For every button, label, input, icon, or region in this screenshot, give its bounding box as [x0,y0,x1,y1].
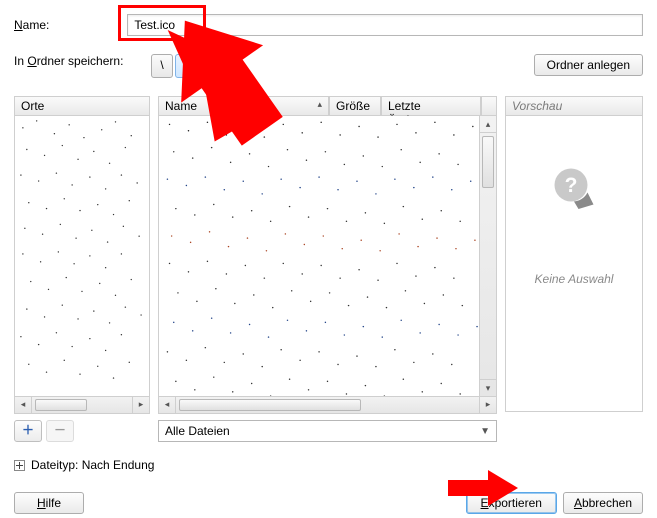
chevron-down-icon: ▼ [480,426,490,437]
path-segment-root[interactable]: \ [151,54,172,78]
column-header-size[interactable]: Größe [329,96,381,116]
scroll-up-icon: ▴ [480,116,496,133]
question-icon: ? [550,164,598,212]
add-place-button[interactable]: ＋ [14,420,42,442]
create-folder-button[interactable]: Ordner anlegen [534,54,643,76]
preview-panel: Vorschau ? Keine Auswahl [505,96,643,442]
files-panel: Name Größe Letzte Änderung [158,96,497,442]
remove-place-button[interactable]: － [46,420,74,442]
path-bar: \ GIGA [151,54,223,78]
column-header-name[interactable]: Name [158,96,329,116]
column-header-spacer [481,96,497,116]
svg-text:?: ? [565,174,578,197]
places-content-placeholder [15,116,149,392]
help-button[interactable]: Hilfe [14,492,84,514]
preview-no-selection-label: Keine Auswahl [535,272,614,286]
export-button[interactable]: Exportieren [466,492,557,514]
cancel-button[interactable]: Abbrechen [563,492,643,514]
scroll-down-icon: ▾ [480,379,496,396]
files-scrollbar-vertical[interactable]: ▴ ▾ [479,116,496,396]
places-scrollbar-horizontal[interactable]: ◂ ▸ [14,397,150,414]
scroll-right-icon: ▸ [479,397,496,413]
expand-icon [14,460,25,471]
places-list[interactable] [14,116,150,397]
filetype-expander[interactable]: Dateityp: Nach Endung [14,458,643,472]
filename-input[interactable] [127,14,643,36]
scroll-left-icon: ◂ [159,397,176,413]
files-scrollbar-horizontal[interactable]: ◂ ▸ [158,397,497,414]
column-header-modified[interactable]: Letzte Änderung [381,96,481,116]
filetype-label: Dateityp: Nach Endung [31,458,154,472]
scroll-right-icon: ▸ [132,397,149,413]
scroll-left-icon: ◂ [15,397,32,413]
path-segment-folder[interactable]: GIGA [175,54,224,78]
places-panel: Orte [14,96,150,442]
places-header[interactable]: Orte [14,96,150,116]
files-list[interactable]: ▴ ▾ [158,116,497,397]
save-in-folder-label: In Ordner speichern: [14,54,123,68]
file-filter-value: Alle Dateien [165,424,230,438]
files-content-placeholder [159,116,496,397]
name-label: Name: [14,18,49,32]
file-filter-select[interactable]: Alle Dateien ▼ [158,420,497,442]
preview-header: Vorschau [505,96,643,116]
